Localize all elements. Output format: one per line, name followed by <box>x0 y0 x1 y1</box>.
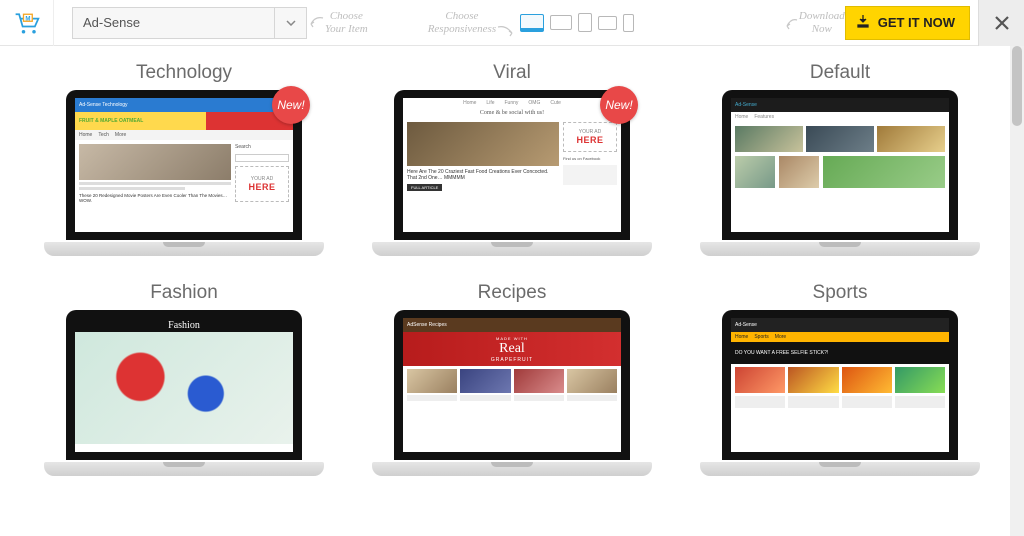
laptop-mockup: AdSense Recipes MADE WITH Real GRAPEFRUI… <box>372 310 652 490</box>
laptop-mockup: Fashion <box>44 310 324 490</box>
dropdown-value: Ad-Sense <box>73 15 274 30</box>
close-icon <box>993 14 1011 32</box>
hint-choose-item: Choose Your Item <box>325 10 368 34</box>
device-phone-icon[interactable] <box>623 14 634 32</box>
demo-screen: AdSense Recipes MADE WITH Real GRAPEFRUI… <box>403 318 621 452</box>
new-badge: New! <box>272 86 310 124</box>
close-button[interactable] <box>978 0 1024 46</box>
device-desktop-icon[interactable] <box>520 14 544 32</box>
hint-download-now: Download Now <box>799 10 845 34</box>
card-title: Fashion <box>40 282 328 304</box>
top-toolbar: M Ad-Sense Choose Your Item Choose Respo… <box>0 0 1024 46</box>
arrow-icon <box>785 16 799 30</box>
device-laptop-icon[interactable] <box>550 15 572 30</box>
download-icon <box>856 14 870 31</box>
item-dropdown[interactable]: Ad-Sense <box>72 7 307 39</box>
laptop-mockup: Ad-Sense HomeSportsMore DO YOU WANT A FR… <box>700 310 980 490</box>
demo-card-fashion[interactable]: Fashion Fashion <box>40 282 328 490</box>
demo-screen: Ad-Sense HomeSportsMore DO YOU WANT A FR… <box>731 318 949 452</box>
card-title: Recipes <box>368 282 656 304</box>
demo-screen: HomeLifeFunnyOMGCute Come & be social wi… <box>403 98 621 232</box>
get-it-now-label: GET IT NOW <box>878 15 955 30</box>
demo-screen: Ad-Sense HomeFeatures <box>731 98 949 232</box>
demo-card-recipes[interactable]: Recipes AdSense Recipes MADE WITH Real G… <box>368 282 656 490</box>
demo-card-default[interactable]: Default Ad-Sense HomeFeatures <box>696 62 984 270</box>
card-title: Sports <box>696 282 984 304</box>
device-tablet-landscape-icon[interactable] <box>598 16 617 30</box>
demo-screen: Ad-Sense Technology FRUIT & MAPLE OATMEA… <box>75 98 293 232</box>
arrow-icon <box>496 23 514 37</box>
laptop-mockup: Ad-Sense HomeFeatures <box>700 90 980 270</box>
get-it-now-button[interactable]: GET IT NOW <box>845 6 970 40</box>
chevron-down-icon <box>274 8 306 38</box>
card-title: Viral <box>368 62 656 84</box>
scrollbar-thumb[interactable] <box>1012 46 1022 126</box>
demo-card-viral[interactable]: Viral HomeLifeFunnyOMGCute Come & be soc… <box>368 62 656 270</box>
device-tablet-portrait-icon[interactable] <box>578 13 592 32</box>
device-preview-switcher <box>520 13 634 32</box>
card-title: Technology <box>40 62 328 84</box>
demo-screen: Fashion <box>75 318 293 452</box>
demo-gallery: Technology Ad-Sense Technology FRUIT & M… <box>0 46 1024 530</box>
svg-text:M: M <box>25 15 30 22</box>
arrow-icon <box>309 14 325 28</box>
demo-card-sports[interactable]: Sports Ad-Sense HomeSportsMore DO YOU WA… <box>696 282 984 490</box>
brand-logo[interactable]: M <box>0 0 54 46</box>
vertical-scrollbar[interactable] <box>1010 46 1024 536</box>
hint-choose-responsiveness: Choose Responsiveness <box>428 10 496 34</box>
laptop-mockup: HomeLifeFunnyOMGCute Come & be social wi… <box>372 90 652 270</box>
cart-logo-icon: M <box>13 10 41 36</box>
card-title: Default <box>696 62 984 84</box>
laptop-mockup: Ad-Sense Technology FRUIT & MAPLE OATMEA… <box>44 90 324 270</box>
new-badge: New! <box>600 86 638 124</box>
demo-card-technology[interactable]: Technology Ad-Sense Technology FRUIT & M… <box>40 62 328 270</box>
